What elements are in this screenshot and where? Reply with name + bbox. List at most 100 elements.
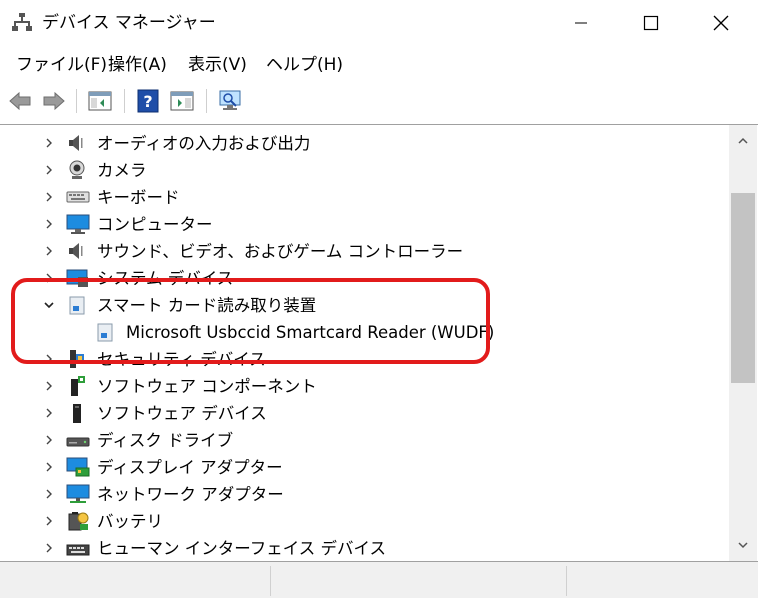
scan-hardware-button[interactable] — [216, 87, 244, 115]
disk-drive-icon — [66, 429, 90, 451]
forward-button[interactable] — [40, 87, 68, 115]
help-icon: ? — [137, 89, 159, 113]
network-adapter-icon — [66, 483, 90, 505]
action-pane-button[interactable] — [168, 87, 196, 115]
chevron-right-icon[interactable] — [42, 271, 56, 285]
window-title: デバイス マネージャー — [42, 13, 216, 33]
show-hide-console-tree-icon — [88, 91, 112, 111]
menu-bar: ファイル(F) 操作(A) 表示(V) ヘルプ(H) — [0, 48, 758, 82]
tree-item-label: Microsoft Usbccid Smartcard Reader (WUDF… — [126, 323, 495, 342]
system-device-icon — [66, 267, 88, 289]
back-arrow-icon — [9, 91, 31, 111]
status-bar-divider — [270, 566, 271, 596]
tree-item-software-components[interactable]: ソフトウェア コンポーネント — [0, 373, 727, 400]
tree-item-display-adapters[interactable]: ディスプレイ アダプター — [0, 454, 727, 481]
webcam-icon — [66, 159, 88, 181]
chevron-right-icon[interactable] — [42, 433, 56, 447]
status-bar — [0, 562, 758, 598]
tree-item-label: システム デバイス — [97, 269, 234, 288]
help-button[interactable]: ? — [134, 87, 162, 115]
tree-item-label: ソフトウェア コンポーネント — [97, 377, 317, 396]
menu-file[interactable]: ファイル(F) — [16, 54, 107, 76]
tree-item-network-adapters[interactable]: ネットワーク アダプター — [0, 481, 727, 508]
chevron-right-icon[interactable] — [42, 352, 56, 366]
device-tree-panel: オーディオの入力および出力 カメラ キーボード コンピューター サウンド、ビデオ… — [0, 124, 758, 562]
maximize-icon — [643, 15, 659, 31]
tree-item-system-devices[interactable]: システム デバイス — [0, 265, 727, 292]
battery-icon — [66, 510, 89, 532]
tree-item-label: ヒューマン インターフェイス デバイス — [97, 539, 387, 558]
chevron-right-icon[interactable] — [42, 217, 56, 231]
chevron-right-icon[interactable] — [42, 379, 56, 393]
chevron-right-icon[interactable] — [42, 460, 56, 474]
tree-item-keyboard[interactable]: キーボード — [0, 184, 727, 211]
show-hide-tree-button[interactable] — [86, 87, 114, 115]
tree-item-disk-drives[interactable]: ディスク ドライブ — [0, 427, 727, 454]
tree-item-label: バッテリ — [97, 512, 163, 531]
tree-item-computer[interactable]: コンピューター — [0, 211, 727, 238]
tree-item-sound-video-game[interactable]: サウンド、ビデオ、およびゲーム コントローラー — [0, 238, 727, 265]
maximize-button[interactable] — [628, 0, 674, 46]
chevron-down-icon[interactable] — [42, 298, 56, 312]
chevron-down-icon — [738, 542, 748, 549]
vertical-scrollbar[interactable] — [729, 125, 757, 561]
scroll-down-button[interactable] — [729, 535, 757, 555]
smart-card-reader-icon — [66, 294, 88, 316]
scan-hardware-changes-icon — [219, 90, 241, 110]
chevron-right-icon[interactable] — [42, 190, 56, 204]
speaker-icon — [66, 132, 88, 154]
security-device-icon — [66, 348, 88, 370]
tree-item-usbccid-reader[interactable]: Microsoft Usbccid Smartcard Reader (WUDF… — [0, 319, 727, 346]
tree-item-hid[interactable]: ヒューマン インターフェイス デバイス — [0, 535, 727, 561]
monitor-icon — [66, 213, 90, 235]
tree-item-camera[interactable]: カメラ — [0, 157, 727, 184]
tree-item-label: キーボード — [97, 188, 180, 207]
tree-item-battery[interactable]: バッテリ — [0, 508, 727, 535]
close-button[interactable] — [698, 0, 744, 46]
back-button[interactable] — [6, 87, 34, 115]
chevron-right-icon[interactable] — [42, 163, 56, 177]
tree-item-security-devices[interactable]: セキュリティ デバイス — [0, 346, 727, 373]
tree-item-label: ソフトウェア デバイス — [97, 404, 267, 423]
tree-item-label: ネットワーク アダプター — [97, 485, 284, 504]
device-manager-icon — [12, 12, 32, 32]
speaker-icon — [66, 240, 88, 262]
chevron-right-icon[interactable] — [42, 514, 56, 528]
scroll-up-button[interactable] — [729, 131, 757, 151]
menu-help[interactable]: ヘルプ(H) — [266, 54, 343, 76]
forward-arrow-icon — [43, 91, 65, 111]
software-component-icon — [66, 375, 88, 397]
svg-text:?: ? — [143, 92, 152, 111]
menu-action[interactable]: 操作(A) — [108, 54, 167, 76]
chevron-right-icon[interactable] — [42, 136, 56, 150]
minimize-button[interactable] — [558, 0, 604, 46]
hid-keyboard-icon — [66, 537, 90, 559]
toolbar-separator — [206, 89, 207, 113]
tree-item-audio-io[interactable]: オーディオの入力および出力 — [0, 130, 727, 157]
menu-view[interactable]: 表示(V) — [188, 54, 247, 76]
toolbar-separator — [76, 89, 77, 113]
tree-item-label: カメラ — [97, 161, 147, 180]
tree-item-label: サウンド、ビデオ、およびゲーム コントローラー — [97, 242, 464, 261]
tree-item-label: ディスク ドライブ — [97, 431, 234, 450]
minimize-icon — [575, 22, 587, 24]
tree-item-label: オーディオの入力および出力 — [97, 134, 311, 153]
display-adapter-icon — [66, 456, 90, 478]
tree-item-smart-card-readers[interactable]: スマート カード読み取り装置 — [0, 292, 727, 319]
chevron-right-icon[interactable] — [42, 487, 56, 501]
scrollbar-thumb[interactable] — [731, 193, 755, 383]
device-tree: オーディオの入力および出力 カメラ キーボード コンピューター サウンド、ビデオ… — [0, 125, 727, 561]
close-icon — [713, 15, 729, 31]
software-device-icon — [66, 402, 88, 424]
tree-item-label: セキュリティ デバイス — [97, 350, 266, 369]
tree-item-label: コンピューター — [97, 215, 213, 234]
tree-item-label: スマート カード読み取り装置 — [97, 296, 317, 315]
chevron-right-icon[interactable] — [42, 406, 56, 420]
action-pane-icon — [170, 91, 194, 111]
chevron-up-icon — [738, 137, 748, 144]
chevron-right-icon[interactable] — [42, 541, 56, 555]
tree-item-software-devices[interactable]: ソフトウェア デバイス — [0, 400, 727, 427]
toolbar: ? — [0, 84, 758, 118]
chevron-right-icon[interactable] — [42, 244, 56, 258]
keyboard-icon — [66, 186, 90, 208]
